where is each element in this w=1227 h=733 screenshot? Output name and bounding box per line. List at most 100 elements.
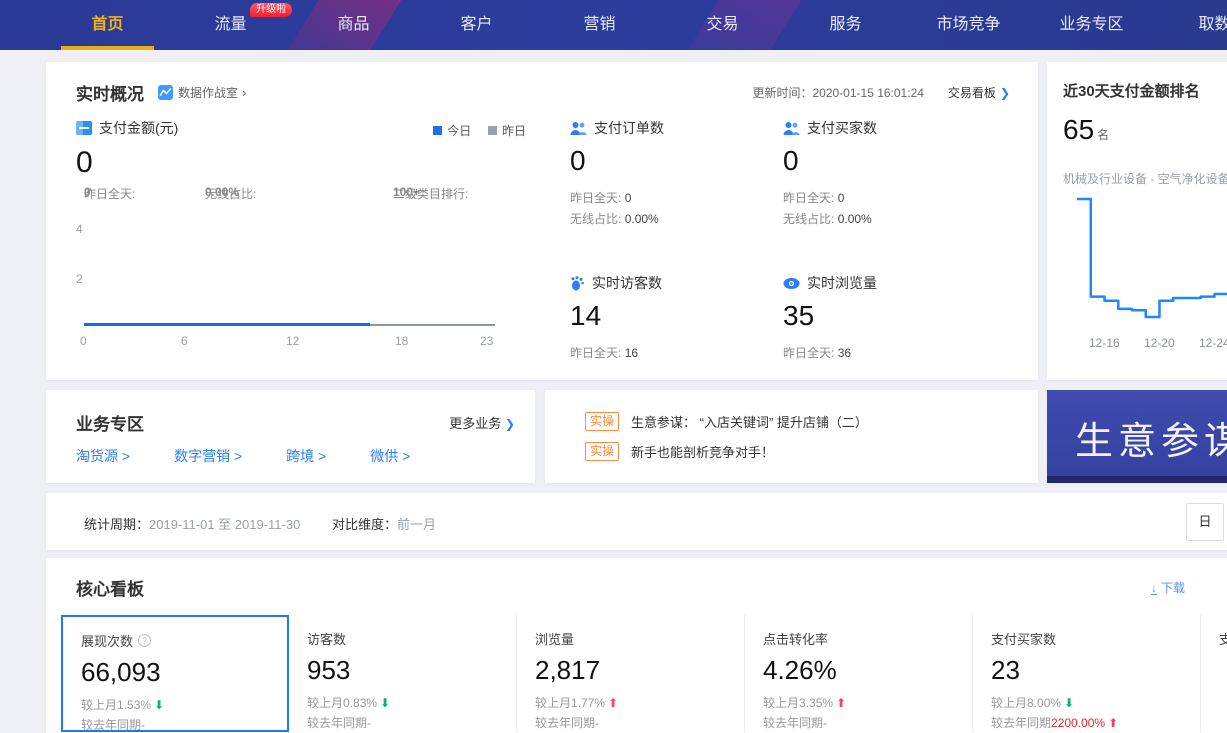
yesterday-legend-swatch bbox=[488, 126, 497, 135]
link-digital-marketing[interactable]: 数字营销 > bbox=[174, 446, 242, 466]
business-zone-panel: 业务专区 更多业务 ❯ 淘货源 > 数字营销 > 跨境 > 微供 > bbox=[46, 390, 535, 483]
kpi-mom: 较上月8.00%⬇ bbox=[991, 694, 1182, 711]
pay-buyers-wireless: 无线占比: 0.00% bbox=[783, 210, 998, 227]
nav-item-market-competition[interactable]: 市场竞争 bbox=[907, 0, 1030, 50]
trend-arrow-icon: ⬆ bbox=[836, 696, 846, 710]
pay-orders-wireless: 无线占比: 0.00% bbox=[570, 210, 785, 227]
pay-orders-value: 0 bbox=[570, 145, 785, 177]
news-item[interactable]: 实操 生意参谋： “入店关键词” 提升店铺（二） bbox=[585, 412, 868, 431]
download-icon: ↓ bbox=[1151, 583, 1157, 595]
visitors-yesterday: 昨日全天: 16 bbox=[570, 344, 785, 361]
kpi-value: 2,817 bbox=[535, 655, 726, 686]
practice-badge: 实操 bbox=[585, 442, 619, 461]
nav-item-service[interactable]: 服务 bbox=[784, 0, 907, 50]
kpi-card-ctr[interactable]: 点击转化率 4.26% 较上月3.35%⬆ 较去年同期- bbox=[745, 615, 973, 732]
kpi-label: 浏览量 bbox=[535, 629, 574, 648]
trend-arrow-icon: ⬆ bbox=[608, 696, 618, 710]
kpi-value: 66,093 bbox=[81, 657, 269, 688]
kpi-card-pay-amount[interactable]: 支付金额 bbox=[1201, 615, 1227, 732]
ranking-title: 近30天支付金额排名 bbox=[1063, 80, 1200, 101]
kpi-label: 点击转化率 bbox=[763, 629, 828, 648]
nav-item-data-fetch[interactable]: 取数 bbox=[1153, 0, 1227, 50]
upgrade-badge: 升级啦 bbox=[250, 3, 292, 17]
eye-icon bbox=[783, 277, 800, 290]
x-tick: 23 bbox=[480, 334, 493, 348]
download-link[interactable]: ↓下载 bbox=[1151, 579, 1185, 596]
trend-arrow-icon: ⬇ bbox=[154, 698, 164, 712]
pay-orders-label: 支付订单数 bbox=[594, 118, 664, 138]
kpi-value: 4.26% bbox=[763, 655, 954, 686]
kpi-mom: 较上月0.83%⬇ bbox=[307, 694, 498, 711]
top-nav: 首页 流量升级啦 商品 客户 营销 交易 服务 市场竞争 业务专区 取数 bbox=[0, 0, 1227, 50]
pay-buyers-value: 0 bbox=[783, 145, 998, 177]
link-cross-border[interactable]: 跨境 > bbox=[286, 446, 326, 466]
kpi-value: 23 bbox=[991, 655, 1182, 686]
nav-item-label: 流量 bbox=[214, 16, 246, 33]
kpi-card-visitors[interactable]: 访客数 953 较上月0.83%⬇ 较去年同期- bbox=[289, 615, 517, 732]
kpi-value: 953 bbox=[307, 655, 498, 686]
link-taohuoyuan[interactable]: 淘货源 > bbox=[76, 446, 130, 466]
pageviews-label: 实时浏览量 bbox=[807, 273, 877, 293]
sycm-banner[interactable]: 生意参谋 bbox=[1047, 390, 1227, 483]
ranking-category: 机械及行业设备 - 空气净化设备 bbox=[1063, 170, 1227, 187]
rank-x-tick: 12-20 bbox=[1144, 336, 1175, 350]
kpi-yoy: 较去年同期- bbox=[763, 714, 954, 731]
visitors-label: 实时访客数 bbox=[592, 273, 662, 293]
kpi-card-pageviews[interactable]: 浏览量 2,817 较上月1.77%⬆ 较去年同期- bbox=[517, 615, 745, 732]
chevron-right-icon: ❯ bbox=[505, 417, 515, 431]
ranking-panel: 近30天支付金额排名 65名 机械及行业设备 - 空气净化设备 12-16 12… bbox=[1047, 62, 1227, 380]
link-weigong[interactable]: 微供 > bbox=[370, 446, 410, 466]
news-item[interactable]: 实操 新手也能剖析竞争对手！ bbox=[585, 442, 774, 461]
kpi-mom: 较上月1.77%⬆ bbox=[535, 694, 726, 711]
rank-x-tick: 12-16 bbox=[1089, 336, 1120, 350]
trend-arrow-icon: ⬇ bbox=[1064, 696, 1074, 710]
kpi-card-impressions[interactable]: 展现次数? 66,093 较上月1.53%⬇ 较去年同期- bbox=[61, 615, 289, 732]
buyers-icon bbox=[783, 121, 800, 136]
core-board-panel: 核心看板 ↓下载 展现次数? 66,093 较上月1.53%⬇ 较去年同期- 访… bbox=[46, 558, 1227, 733]
nav-item-trade[interactable]: 交易 bbox=[661, 0, 784, 50]
kpi-mom: 较上月3.35%⬆ bbox=[763, 694, 954, 711]
y-tick: 2 bbox=[76, 272, 83, 286]
buyers-icon bbox=[570, 121, 587, 136]
kpi-card-pay-buyers[interactable]: 支付买家数 23 较上月8.00%⬇ 较去年同期2200.00%⬆ bbox=[973, 615, 1201, 732]
compare-value: 前一月 bbox=[397, 517, 436, 532]
trade-board-link[interactable]: 交易看板 bbox=[948, 84, 996, 101]
nav-item-traffic[interactable]: 流量升级啦 bbox=[169, 0, 292, 50]
nav-item-products[interactable]: 商品 bbox=[292, 0, 415, 50]
realtime-overview-panel: 实时概况 数据作战室 › 更新时间：2020-01-15 16:01:24 交易… bbox=[46, 62, 1038, 380]
x-tick: 0 bbox=[80, 334, 87, 348]
news-text: 新手也能剖析竞争对手！ bbox=[631, 442, 774, 461]
nav-item-business-zone[interactable]: 业务专区 bbox=[1030, 0, 1153, 50]
rank-x-tick: 12-24 bbox=[1199, 336, 1227, 350]
yesterday-total: 昨日全天: 0 bbox=[84, 185, 91, 199]
pay-amount-label: 支付金额(元) bbox=[99, 118, 178, 138]
nav-item-marketing[interactable]: 营销 bbox=[538, 0, 661, 50]
ranking-unit: 名 bbox=[1097, 128, 1109, 142]
chart-legend: 今日 昨日 bbox=[433, 122, 526, 139]
help-icon[interactable]: ? bbox=[138, 634, 151, 647]
legend-today-label: 今日 bbox=[447, 124, 471, 138]
ranking-value: 65名 bbox=[1063, 114, 1109, 146]
x-tick: 12 bbox=[286, 334, 299, 348]
data-war-room-link[interactable]: 数据作战室 › bbox=[158, 84, 247, 101]
x-tick: 18 bbox=[395, 334, 408, 348]
dashboard-page: 首页 流量升级啦 商品 客户 营销 交易 服务 市场竞争 业务专区 取数 实时概… bbox=[0, 0, 1227, 733]
granularity-day-button[interactable]: 日 bbox=[1186, 503, 1224, 541]
compare-label: 对比维度： bbox=[332, 517, 397, 532]
pay-amount-icon bbox=[76, 120, 92, 136]
nav-item-home[interactable]: 首页 bbox=[46, 0, 169, 50]
more-business-link[interactable]: 更多业务 ❯ bbox=[449, 413, 515, 432]
nav-item-customers[interactable]: 客户 bbox=[415, 0, 538, 50]
category-rank: 二级类目排行: 100+ bbox=[393, 185, 420, 199]
period-text: 统计周期：2019-11-01 至 2019-11-30 对比维度：前一月 bbox=[84, 514, 436, 533]
pay-buyers-label: 支付买家数 bbox=[807, 118, 877, 138]
pageviews-yesterday: 昨日全天: 36 bbox=[783, 344, 998, 361]
visitors-value: 14 bbox=[570, 300, 785, 332]
y-tick: 4 bbox=[76, 222, 83, 236]
business-zone-title: 业务专区 bbox=[76, 410, 144, 435]
kpi-mom: 较上月1.53%⬇ bbox=[81, 696, 269, 713]
today-legend-swatch bbox=[433, 126, 442, 135]
news-text: 生意参谋： “入店关键词” 提升店铺（二） bbox=[631, 412, 868, 431]
wireless-ratio: 无线占比: 0.00% bbox=[205, 185, 239, 199]
pageviews-value: 35 bbox=[783, 300, 998, 332]
